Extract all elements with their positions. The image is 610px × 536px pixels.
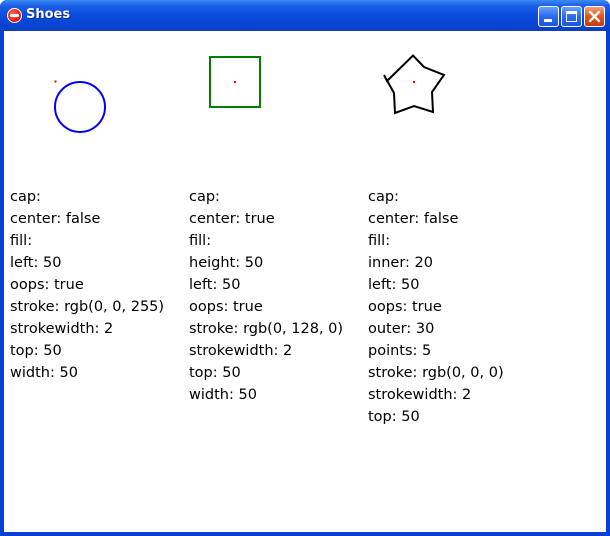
star-origin-dot xyxy=(413,81,415,83)
rect-origin-dot xyxy=(234,81,236,83)
star-outline xyxy=(383,54,446,115)
oval-shape xyxy=(54,80,106,133)
prop-left: left: 50 xyxy=(368,277,420,293)
prop-center: center: false xyxy=(10,211,101,227)
prop-width: width: 50 xyxy=(189,387,257,403)
oval-origin-dot xyxy=(54,80,57,83)
prop-oops: oops: true xyxy=(10,277,84,293)
prop-stroke: stroke: rgb(0, 128, 0) xyxy=(189,321,344,337)
prop-cap: cap: xyxy=(368,189,399,205)
prop-strokewidth: strokewidth: 2 xyxy=(10,321,114,337)
prop-inner: inner: 20 xyxy=(368,255,433,271)
prop-fill: fill: xyxy=(189,233,212,249)
rect-shape xyxy=(209,56,261,108)
star-shape xyxy=(383,54,446,115)
minimize-icon xyxy=(544,19,552,22)
prop-stroke: stroke: rgb(0, 0, 0) xyxy=(368,365,504,381)
rect-properties: cap: center: true fill: height: 50 left:… xyxy=(189,186,343,406)
prop-left: left: 50 xyxy=(189,277,241,293)
oval-properties: cap: center: false fill: left: 50 oops: … xyxy=(10,186,164,384)
prop-outer: outer: 30 xyxy=(368,321,435,337)
maximize-icon xyxy=(566,11,577,22)
prop-stroke: stroke: rgb(0, 0, 255) xyxy=(10,299,165,315)
prop-strokewidth: strokewidth: 2 xyxy=(189,343,293,359)
minimize-button[interactable] xyxy=(538,6,559,27)
maximize-button[interactable] xyxy=(561,6,582,27)
app-window: Shoes cap: center: false fill: left: 50 … xyxy=(0,0,610,536)
prop-width: width: 50 xyxy=(10,365,78,381)
prop-center: center: false xyxy=(368,211,459,227)
prop-cap: cap: xyxy=(189,189,220,205)
prop-oops: oops: true xyxy=(189,299,263,315)
shoes-app-icon[interactable] xyxy=(7,8,22,23)
prop-fill: fill: xyxy=(10,233,33,249)
prop-top: top: 50 xyxy=(189,365,241,381)
oval-outline xyxy=(54,81,106,133)
prop-center: center: true xyxy=(189,211,275,227)
prop-oops: oops: true xyxy=(368,299,442,315)
close-icon xyxy=(588,10,601,23)
close-button[interactable] xyxy=(584,6,605,27)
prop-top: top: 50 xyxy=(10,343,62,359)
window-title: Shoes xyxy=(26,7,71,22)
prop-height: height: 50 xyxy=(189,255,264,271)
star-properties: cap: center: false fill: inner: 20 left:… xyxy=(368,186,504,428)
prop-left: left: 50 xyxy=(10,255,62,271)
prop-cap: cap: xyxy=(10,189,41,205)
prop-fill: fill: xyxy=(368,233,391,249)
canvas-area: cap: center: false fill: left: 50 oops: … xyxy=(4,31,606,532)
prop-strokewidth: strokewidth: 2 xyxy=(368,387,472,403)
prop-points: points: 5 xyxy=(368,343,432,359)
title-bar[interactable]: Shoes xyxy=(0,0,610,31)
prop-top: top: 50 xyxy=(368,409,420,425)
